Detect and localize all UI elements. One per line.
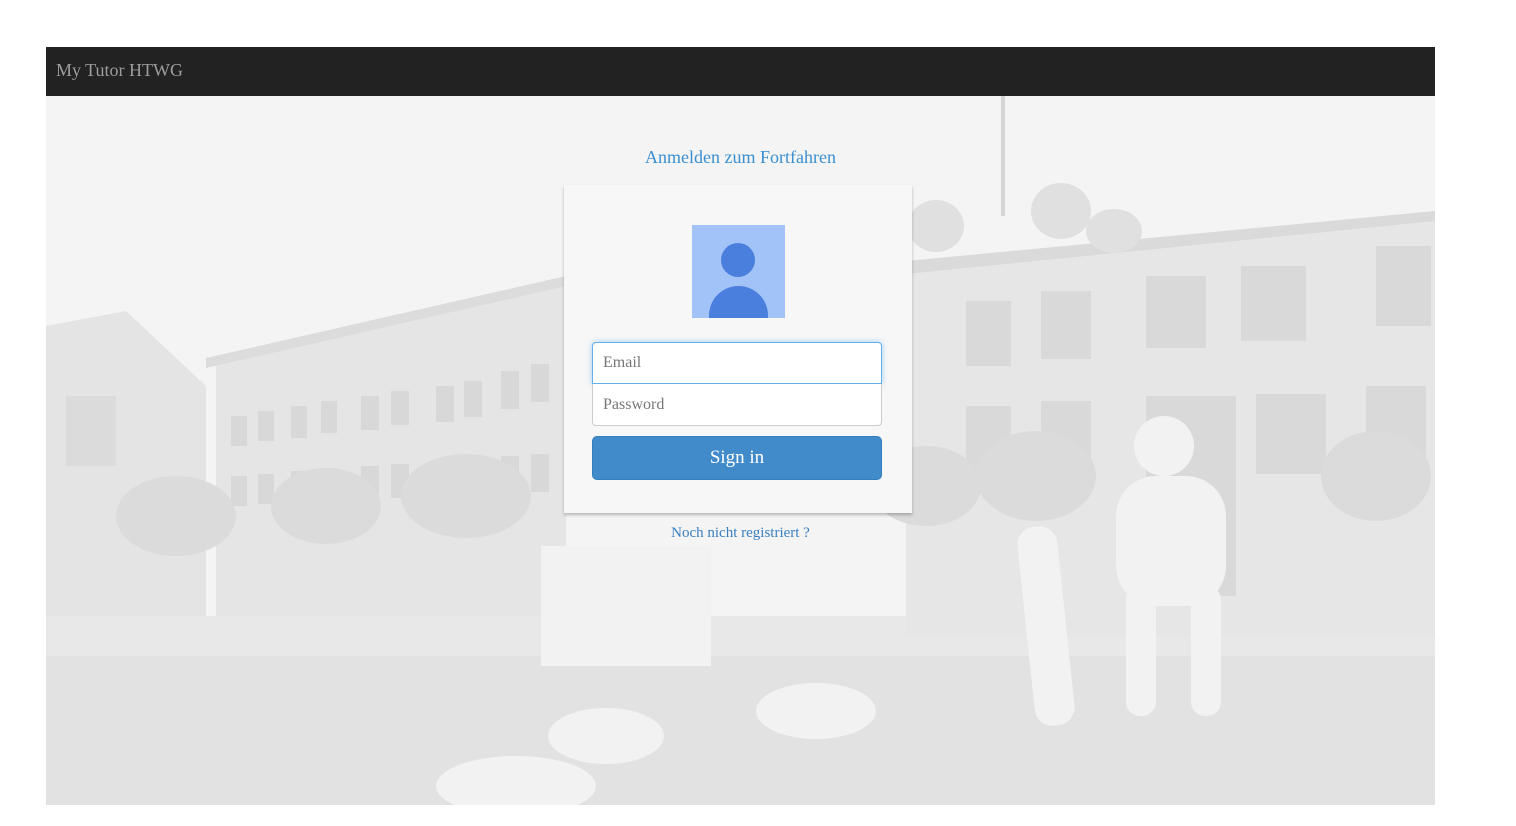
sign-in-button[interactable]: Sign in <box>592 436 882 480</box>
login-heading: Anmelden zum Fortfahren <box>645 147 836 167</box>
avatar-body <box>709 286 768 318</box>
register-link[interactable]: Noch nicht registriert ? <box>46 525 1435 542</box>
login-card: Sign in <box>564 185 912 513</box>
user-avatar-icon <box>692 225 785 318</box>
password-field[interactable] <box>592 384 882 426</box>
app-frame: My Tutor HTWG Anmelden zum Fortfahren Em… <box>46 47 1435 805</box>
brand-title[interactable]: My Tutor HTWG <box>56 60 183 81</box>
avatar-head <box>721 243 755 277</box>
email-field[interactable] <box>592 342 882 384</box>
navbar: My Tutor HTWG <box>46 47 1435 96</box>
